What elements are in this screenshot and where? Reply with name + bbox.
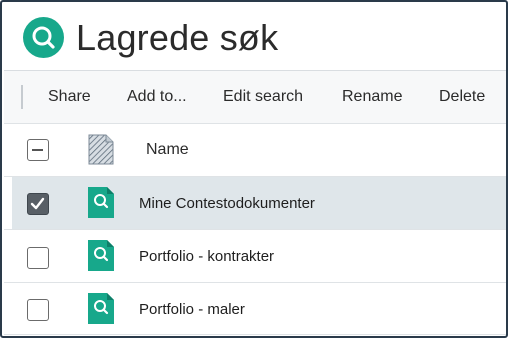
row-checkbox[interactable] — [27, 193, 49, 215]
row-checkbox[interactable] — [27, 247, 49, 269]
column-header-name[interactable]: Name — [146, 140, 189, 160]
page-title: Lagrede søk — [76, 17, 279, 58]
row-name[interactable]: Portfolio - kontrakter — [139, 247, 274, 267]
row-checkbox[interactable] — [27, 299, 49, 321]
toolbar-separator — [21, 85, 23, 109]
table-row[interactable]: Portfolio - maler — [12, 283, 506, 335]
file-type-column-icon — [88, 134, 114, 165]
add-to-button[interactable]: Add to... — [127, 85, 187, 109]
rename-button[interactable]: Rename — [342, 85, 402, 109]
delete-button[interactable]: Delete — [439, 85, 485, 109]
search-icon — [23, 17, 64, 58]
table-row[interactable]: Mine Contestodokumenter — [12, 177, 506, 229]
saved-search-doc-icon — [88, 293, 114, 324]
saved-search-doc-icon — [88, 187, 114, 218]
share-button[interactable]: Share — [48, 85, 91, 109]
row-divider — [4, 334, 506, 335]
checkmark-icon — [30, 197, 45, 210]
table-row[interactable]: Portfolio - kontrakter — [12, 230, 506, 282]
edit-search-button[interactable]: Edit search — [223, 85, 303, 109]
toolbar: Share Add to... Edit search Rename Delet… — [4, 71, 506, 123]
page-header: Lagrede søk — [4, 4, 506, 70]
row-name[interactable]: Portfolio - maler — [139, 300, 245, 320]
indeterminate-dash-icon — [32, 149, 43, 151]
saved-search-doc-icon — [88, 240, 114, 271]
select-all-checkbox[interactable] — [27, 139, 49, 161]
row-name[interactable]: Mine Contestodokumenter — [139, 194, 315, 214]
toolbar-divider — [4, 123, 506, 124]
saved-searches-window: Lagrede søk Share Add to... Edit search … — [0, 0, 508, 338]
